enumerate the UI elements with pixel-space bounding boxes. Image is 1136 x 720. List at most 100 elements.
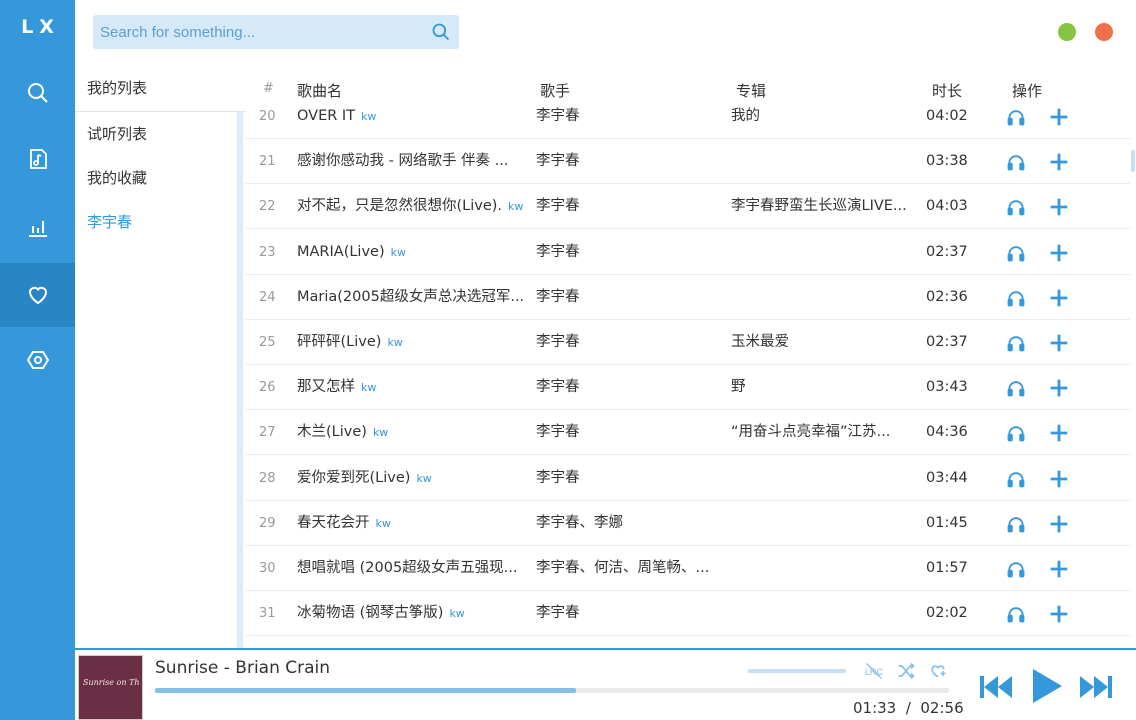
add-icon[interactable] xyxy=(1049,378,1069,398)
add-icon[interactable] xyxy=(1049,197,1069,217)
table-row[interactable]: 23 MARIA(Live) kw 李宇春 02:37 xyxy=(245,230,1130,275)
row-duration: 02:37 xyxy=(926,334,968,350)
row-duration: 04:03 xyxy=(926,198,968,215)
row-album xyxy=(731,139,907,184)
listen-icon[interactable] xyxy=(1006,469,1026,489)
row-num: 23 xyxy=(259,244,276,260)
lyrics-icon[interactable]: LRC xyxy=(864,661,884,681)
table-row[interactable]: 20 OVER IT kw 李宇春 我的 04:02 xyxy=(245,96,1130,139)
row-num: 28 xyxy=(259,470,276,486)
row-singer: 李宇春、李娜 xyxy=(536,514,623,531)
now-playing-title: Sunrise - Brian Crain xyxy=(155,658,331,678)
listen-icon[interactable] xyxy=(1006,378,1026,398)
row-album: 玉米最爱 xyxy=(731,334,789,350)
playlist-item-favorites[interactable]: 我的收藏 xyxy=(75,156,245,200)
nav-leaderboard[interactable] xyxy=(0,195,75,259)
table-row[interactable]: 26 那又怎样 kw 李宇春 野 03:43 xyxy=(245,365,1130,411)
song-name-text: 感谢你感动我 - 网络歌手 伴奏 ... xyxy=(297,153,509,170)
source-badge: kw xyxy=(449,607,465,621)
song-name-text: OVER IT xyxy=(297,108,356,124)
previous-track-icon[interactable] xyxy=(978,672,1014,702)
row-album xyxy=(731,501,907,546)
add-icon[interactable] xyxy=(1049,333,1069,353)
source-badge: kw xyxy=(416,471,432,485)
nav-search[interactable] xyxy=(0,61,75,125)
add-icon[interactable] xyxy=(1049,559,1069,579)
listen-icon[interactable] xyxy=(1006,152,1026,172)
row-song-name: 春天花会开 kw xyxy=(297,501,525,546)
table-row[interactable]: 24 Maria(2005超级女声总决选冠军... 李宇春 02:36 xyxy=(245,275,1130,320)
playlist-item-trial[interactable]: 试听列表 xyxy=(75,112,245,156)
listen-icon[interactable] xyxy=(1006,559,1026,579)
table-row[interactable]: 29 春天花会开 kw 李宇春、李娜 01:45 xyxy=(245,501,1130,546)
nav-songlist[interactable] xyxy=(0,127,75,191)
minimize-button[interactable] xyxy=(1058,23,1076,41)
row-num: 24 xyxy=(259,289,276,305)
row-singer: 李宇春、何洁、周笔畅、... xyxy=(536,560,710,576)
album-cover[interactable]: Sunrise on Thrones xyxy=(78,655,143,720)
playlist-item-liyuchun[interactable]: 李宇春 xyxy=(75,200,245,244)
song-name-text: 木兰(Live) xyxy=(297,424,367,441)
add-icon[interactable] xyxy=(1049,107,1069,127)
play-icon[interactable] xyxy=(1030,667,1064,705)
add-icon[interactable] xyxy=(1049,469,1069,489)
add-icon[interactable] xyxy=(1049,423,1069,443)
close-button[interactable] xyxy=(1095,23,1113,41)
table-scrollbar-thumb[interactable] xyxy=(1131,150,1135,172)
add-icon[interactable] xyxy=(1049,152,1069,172)
source-badge: kw xyxy=(508,200,524,214)
row-duration: 01:45 xyxy=(926,514,968,531)
heart-icon xyxy=(28,286,47,305)
comment-heart-icon[interactable] xyxy=(928,661,948,681)
listen-icon[interactable] xyxy=(1006,243,1026,263)
add-icon[interactable] xyxy=(1049,604,1069,624)
volume-slider[interactable] xyxy=(748,669,846,673)
row-singer: 李宇春 xyxy=(536,605,580,622)
nav-sidebar: LX xyxy=(0,0,75,720)
progress-bar[interactable] xyxy=(155,688,949,693)
listen-icon[interactable] xyxy=(1006,333,1026,353)
table-row[interactable]: 31 冰菊物语 (钢琴古筝版) kw 李宇春 02:02 xyxy=(245,591,1130,637)
listen-icon[interactable] xyxy=(1006,514,1026,534)
search-input[interactable] xyxy=(93,15,423,49)
progress-fill xyxy=(155,688,576,693)
row-num: 25 xyxy=(259,335,276,350)
row-song-name: 感谢你感动我 - 网络歌手 伴奏 ... xyxy=(297,139,525,184)
row-song-name: 那又怎样 kw xyxy=(297,365,525,410)
table-row[interactable]: 27 木兰(Live) kw 李宇春 “用奋斗点亮幸福”江苏... 04:36 xyxy=(245,410,1130,456)
add-icon[interactable] xyxy=(1049,288,1069,308)
listen-icon[interactable] xyxy=(1006,197,1026,217)
table-row[interactable]: 25 砰砰砰(Live) kw 李宇春 玉米最爱 02:37 xyxy=(245,320,1130,365)
listen-icon[interactable] xyxy=(1006,604,1026,624)
source-badge: kw xyxy=(361,381,377,395)
song-name-text: Maria(2005超级女声总决选冠军... xyxy=(297,288,525,305)
row-num: 22 xyxy=(259,199,276,215)
row-num: 21 xyxy=(259,154,276,170)
play-time: 01:33 / 02:56 xyxy=(853,699,964,717)
header-num: # xyxy=(263,81,274,96)
table-row[interactable]: 28 爱你爱到死(Live) kw 李宇春 03:44 xyxy=(245,456,1130,501)
row-duration: 03:38 xyxy=(926,153,968,170)
listen-icon[interactable] xyxy=(1006,107,1026,127)
nav-mylist[interactable] xyxy=(0,263,75,327)
song-name-text: 那又怎样 xyxy=(297,379,355,396)
song-name-text: 想唱就唱 (2005超级女声五强现... xyxy=(297,560,518,576)
next-track-icon[interactable] xyxy=(1078,672,1114,702)
row-singer: 李宇春 xyxy=(536,198,580,215)
table-row[interactable]: 30 想唱就唱 (2005超级女声五强现... 李宇春、何洁、周笔畅、... 01:5… xyxy=(245,546,1130,591)
player-bar: Sunrise on Thrones Sunrise - Brian Crain… xyxy=(75,648,1136,720)
row-album xyxy=(731,456,907,501)
source-badge: kw xyxy=(375,516,391,530)
shuffle-icon[interactable] xyxy=(896,661,916,681)
table-row[interactable]: 21 感谢你感动我 - 网络歌手 伴奏 ... 李宇春 03:38 xyxy=(245,139,1130,185)
row-singer: 李宇春 xyxy=(536,288,580,305)
table-row[interactable]: 22 对不起，只是忽然很想你(Live). kw 李宇春 李宇春野蛮生长巡演LIVE..… xyxy=(245,184,1130,230)
add-icon[interactable] xyxy=(1049,243,1069,263)
search-icon[interactable] xyxy=(431,22,451,42)
listen-icon[interactable] xyxy=(1006,423,1026,443)
nav-settings[interactable] xyxy=(0,328,75,392)
playlist-scrollbar[interactable] xyxy=(237,112,243,648)
listen-icon[interactable] xyxy=(1006,288,1026,308)
total-time: 02:56 xyxy=(920,699,964,717)
add-icon[interactable] xyxy=(1049,514,1069,534)
